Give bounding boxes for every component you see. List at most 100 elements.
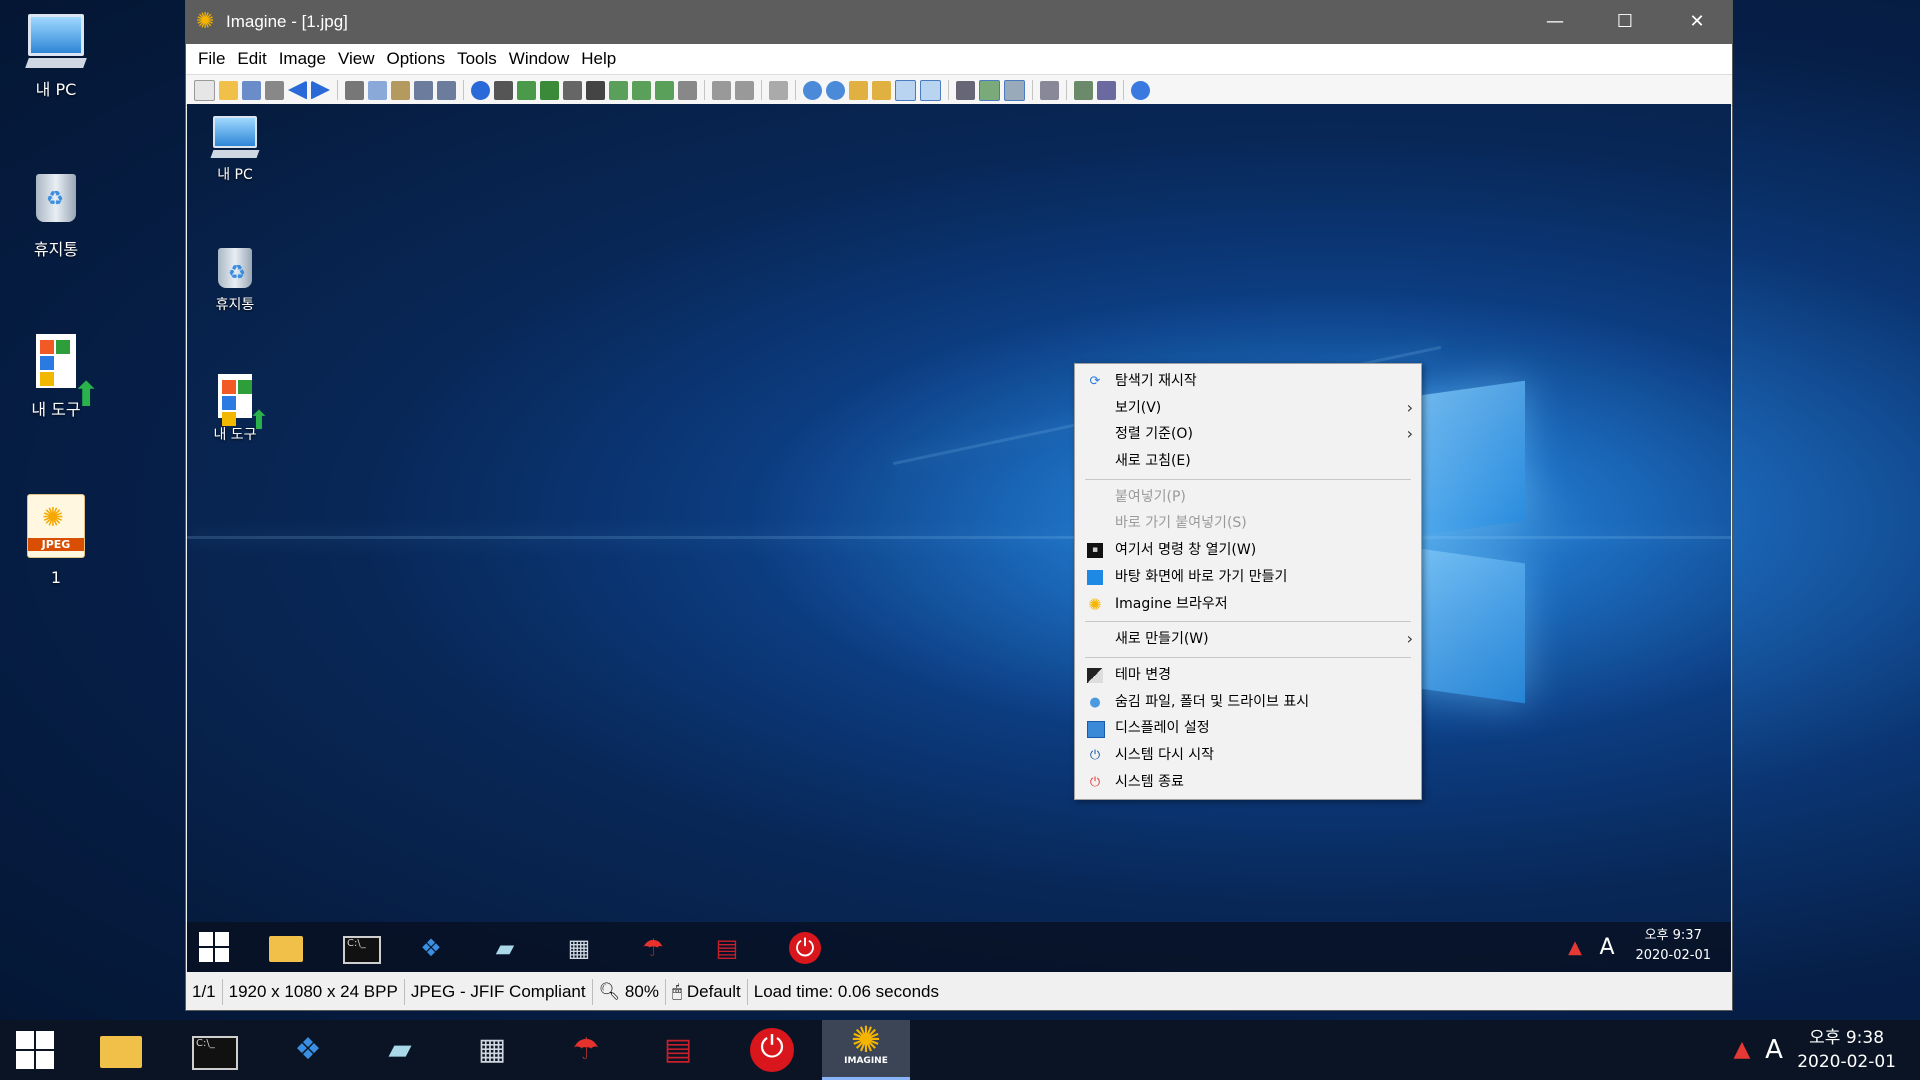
menu-item-sort-by[interactable]: 정렬 기준(O) › (1075, 421, 1421, 448)
title-bar[interactable]: ✺ Imagine - [1.jpg] — ☐ ✕ (186, 0, 1732, 44)
next-icon[interactable] (311, 80, 330, 100)
find-next-icon[interactable] (735, 80, 754, 100)
camera-icon[interactable] (494, 80, 513, 100)
menu-item-create-desktop-shortcut[interactable]: 바탕 화면에 바로 가기 만들기 (1075, 564, 1421, 591)
menu-help[interactable]: Help (575, 49, 622, 69)
actual-size-icon[interactable] (872, 80, 891, 100)
rotate-left-icon[interactable] (609, 80, 628, 100)
menu-item-refresh[interactable]: 새로 고침(E) (1075, 448, 1421, 475)
fit-window-icon[interactable] (895, 79, 916, 101)
tray-ime-indicator[interactable]: A (1752, 1030, 1796, 1070)
calculator-icon[interactable]: ▦ (470, 1030, 514, 1070)
menu-item-open-command-window[interactable]: ▪ 여기서 명령 창 열기(W) (1075, 537, 1421, 564)
mirror-icon[interactable] (678, 80, 697, 100)
theme-icon (1087, 667, 1103, 683)
menu-item-show-hidden-files[interactable]: ● 숨김 파일, 폴더 및 드라이브 표시 (1075, 689, 1421, 716)
status-mode: 🖱︎ Default (666, 979, 748, 1005)
menu-options[interactable]: Options (381, 49, 452, 69)
menu-item-display-settings[interactable]: 디스플레이 설정 (1075, 715, 1421, 742)
menu-item-change-theme[interactable]: 테마 변경 (1075, 662, 1421, 689)
desktop-icon-label: 내 PC (35, 80, 77, 99)
notepad-icon: ▰ (495, 934, 515, 962)
resize-icon[interactable] (517, 80, 536, 100)
menu-window[interactable]: Window (503, 49, 575, 69)
zoom-in-icon[interactable] (803, 80, 822, 100)
crop-icon[interactable] (540, 80, 559, 100)
info-icon[interactable] (471, 80, 490, 100)
notepad-icon[interactable]: ▰ (378, 1030, 422, 1070)
status-format: JPEG - JFIF Compliant (405, 979, 593, 1005)
menu-divider (1085, 656, 1411, 658)
desktop-icon-recycle-bin[interactable]: 휴지통 (8, 170, 104, 260)
minimize-button[interactable]: — (1520, 0, 1590, 44)
desktop-icon-my-pc[interactable]: 내 PC (8, 12, 104, 100)
desktop-icon-jpeg-file[interactable]: ✺ JPEG 1 (8, 494, 104, 588)
browser-icon[interactable] (1004, 79, 1025, 101)
print-icon[interactable] (265, 80, 284, 100)
menu-item-restart-explorer[interactable]: ⟳ 탐색기 재시작 (1075, 368, 1421, 395)
menu-edit[interactable]: Edit (231, 49, 272, 69)
taskbar-clock[interactable]: 오후 9:38 2020-02-01 (1797, 1026, 1896, 1074)
zoom-fit-icon[interactable] (849, 80, 868, 100)
new-icon[interactable] (194, 79, 215, 101)
menu-item-imagine-browser[interactable]: ✺ Imagine 브라우저 (1075, 591, 1421, 618)
tool-icon[interactable] (769, 80, 788, 100)
close-button[interactable]: ✕ (1662, 0, 1732, 44)
capture-icon[interactable] (1097, 80, 1116, 100)
maximize-button[interactable]: ☐ (1590, 0, 1660, 44)
plugin-icon[interactable] (1074, 80, 1093, 100)
desktop-icon-label: 1 (50, 568, 62, 587)
umbrella-icon[interactable]: ☂ (564, 1030, 608, 1070)
find-icon[interactable] (712, 80, 731, 100)
previous-icon[interactable] (288, 80, 307, 100)
fit-width-icon[interactable] (920, 79, 941, 101)
status-zoom: 🔍︎ 80% (593, 979, 666, 1005)
display-icon (1087, 721, 1105, 739)
calculator-icon: ▦ (567, 934, 591, 962)
taskbar-imagine-active[interactable]: ✺ IMAGINE (822, 1020, 910, 1080)
open-icon[interactable] (219, 80, 238, 100)
imagine-icon: ✺ (1088, 594, 1102, 614)
cut-icon[interactable] (345, 80, 364, 100)
status-page: 1/1 (186, 979, 223, 1005)
rotate-right-icon[interactable] (632, 80, 651, 100)
imagine-window: ✺ Imagine - [1.jpg] — ☐ ✕ File Edit Imag… (186, 0, 1732, 1010)
fullscreen-icon[interactable] (979, 79, 1000, 101)
menu-item-paste: 붙여넣기(P) (1115, 488, 1186, 505)
menu-item-new[interactable]: 새로 만들기(W) › (1075, 626, 1421, 653)
flip-icon[interactable] (655, 80, 674, 100)
save-icon[interactable] (242, 80, 261, 100)
menu-item-restart-system[interactable]: ⏻ 시스템 다시 시작 (1075, 742, 1421, 769)
adjust-icon[interactable] (586, 80, 605, 100)
menu-item-shutdown-system[interactable]: ⏻ 시스템 종료 (1075, 769, 1421, 796)
menu-item-view[interactable]: 보기(V) › (1075, 395, 1421, 422)
power-button-icon[interactable]: ⏻ (750, 1028, 794, 1072)
cmd-icon: ▪ (1087, 543, 1103, 559)
computer-icon (195, 116, 275, 158)
command-prompt-icon[interactable]: C:\_ (192, 1036, 238, 1070)
floppy-icon: ▤ (715, 934, 739, 962)
redo-icon[interactable] (437, 80, 456, 100)
grayscale-icon[interactable] (563, 80, 582, 100)
zoom-out-icon[interactable] (826, 80, 845, 100)
file-explorer-icon[interactable] (100, 1036, 142, 1068)
help-icon[interactable] (1131, 80, 1150, 100)
hidden-files-icon: ● (1089, 694, 1101, 710)
menu-view[interactable]: View (332, 49, 381, 69)
paste-icon[interactable] (391, 80, 410, 100)
menu-image[interactable]: Image (273, 49, 332, 69)
menu-tools[interactable]: Tools (451, 49, 503, 69)
settings-icon[interactable] (1040, 80, 1059, 100)
jpeg-file-icon: ✺ JPEG (26, 494, 86, 562)
start-button[interactable] (16, 1031, 54, 1069)
menu-file[interactable]: File (192, 49, 231, 69)
desktop-icon-my-tools[interactable]: ⬆ 내 도구 (8, 334, 104, 420)
chevron-right-icon: › (1406, 397, 1413, 417)
copy-icon[interactable] (368, 80, 387, 100)
slideshow-icon[interactable] (956, 80, 975, 100)
blocks-icon[interactable]: ❖ (286, 1030, 330, 1070)
image-icon-label: 휴지통 (215, 297, 255, 313)
undo-icon[interactable] (414, 80, 433, 100)
image-viewer[interactable]: 내 PC 휴지통 ⬆ 내 도구 ⟳탐색기 재시작 보기(V)› 정렬 기준(O)… (187, 104, 1731, 972)
floppy-icon[interactable]: ▤ (656, 1030, 700, 1070)
